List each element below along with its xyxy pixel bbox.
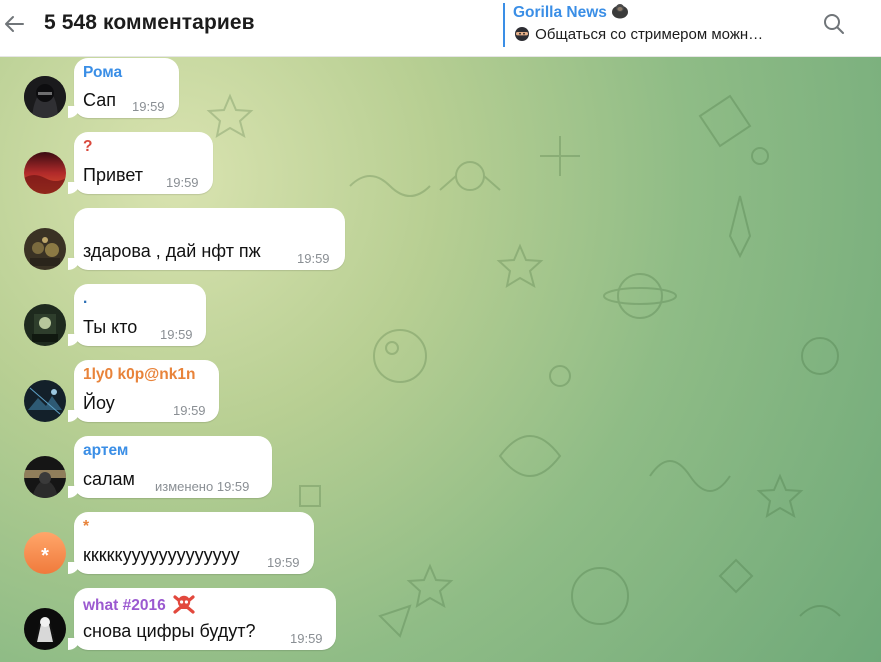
message-bubble[interactable]: Рома Сап 19:59 bbox=[68, 58, 179, 118]
message-time: 19:59 bbox=[290, 631, 323, 646]
message-bubble[interactable]: ? Привет 19:59 bbox=[68, 132, 213, 194]
pinned-message-text: Общаться со стримером можн… bbox=[513, 26, 795, 43]
message-time: 19:59 bbox=[216, 479, 250, 494]
message-text: салам bbox=[83, 469, 135, 489]
message-text: снова цифры будут? bbox=[83, 621, 256, 641]
avatar[interactable] bbox=[24, 608, 66, 650]
back-arrow-icon[interactable] bbox=[0, 10, 28, 38]
pinned-message-label: Общаться со стримером можн… bbox=[535, 26, 764, 43]
skull-crossbones-icon bbox=[172, 594, 196, 614]
message-text: Сап bbox=[83, 90, 116, 110]
search-icon[interactable] bbox=[818, 8, 850, 40]
edited-label: изменено bbox=[155, 479, 214, 494]
avatar[interactable] bbox=[24, 456, 66, 498]
message-time: 19:59 bbox=[173, 403, 206, 418]
chat-background: Рома Сап 19:59 ? Привет 19:59 здарова , … bbox=[0, 56, 881, 662]
message-text: кккккууууууууууууу bbox=[83, 545, 240, 565]
avatar[interactable] bbox=[24, 228, 66, 270]
avatar[interactable] bbox=[24, 76, 66, 118]
avatar-letter: * bbox=[41, 544, 49, 567]
sender-name[interactable]: ? bbox=[83, 138, 92, 156]
chat-header: 5 548 комментариев Gorilla News Общаться… bbox=[0, 0, 881, 57]
avatar[interactable] bbox=[24, 152, 66, 194]
avatar[interactable] bbox=[24, 380, 66, 422]
message-bubble[interactable]: артем салам изменено 19:59 bbox=[68, 436, 272, 498]
pinned-channel-label: Gorilla News bbox=[513, 4, 607, 21]
avatar[interactable]: * bbox=[24, 532, 66, 574]
pinned-message[interactable]: Gorilla News Общаться со стримером можн… bbox=[503, 3, 809, 47]
message-text: Ты кто bbox=[83, 317, 138, 337]
message-text: Привет bbox=[83, 165, 144, 185]
ninja-emoji-icon bbox=[513, 26, 531, 42]
message-bubble[interactable]: what #2016 снова цифры будут? 19:59 bbox=[68, 588, 336, 650]
message-bubble[interactable]: 1ly0 k0p@nk1n Йоу 19:59 bbox=[68, 360, 219, 422]
avatar[interactable] bbox=[24, 304, 66, 346]
sender-name[interactable]: 1ly0 k0p@nk1n bbox=[83, 366, 195, 384]
message-time: 19:59 bbox=[267, 555, 300, 570]
sender-name[interactable]: артем bbox=[83, 442, 128, 460]
message-edited-time: изменено 19:59 bbox=[155, 479, 249, 494]
message-text: Йоу bbox=[83, 393, 115, 413]
message-time: 19:59 bbox=[166, 175, 199, 190]
comments-count-title: 5 548 комментариев bbox=[44, 11, 255, 34]
message-bubble[interactable]: здарова , дай нфт пж 19:59 bbox=[68, 208, 345, 270]
sender-name[interactable]: * bbox=[83, 518, 89, 536]
sender-name[interactable]: Рома bbox=[83, 64, 122, 82]
message-time: 19:59 bbox=[160, 327, 193, 342]
message-time: 19:59 bbox=[132, 99, 165, 114]
sender-name-label: what #2016 bbox=[83, 597, 166, 614]
message-bubble[interactable]: * кккккууууууууууууу 19:59 bbox=[68, 512, 314, 574]
gorilla-emoji-icon bbox=[611, 3, 629, 19]
message-text: здарова , дай нфт пж bbox=[83, 241, 261, 261]
message-time: 19:59 bbox=[297, 251, 330, 266]
message-bubble[interactable]: . Ты кто 19:59 bbox=[68, 284, 206, 346]
sender-name[interactable]: what #2016 bbox=[83, 594, 196, 615]
pinned-channel-name: Gorilla News bbox=[513, 3, 809, 22]
sender-name[interactable]: . bbox=[83, 290, 87, 308]
